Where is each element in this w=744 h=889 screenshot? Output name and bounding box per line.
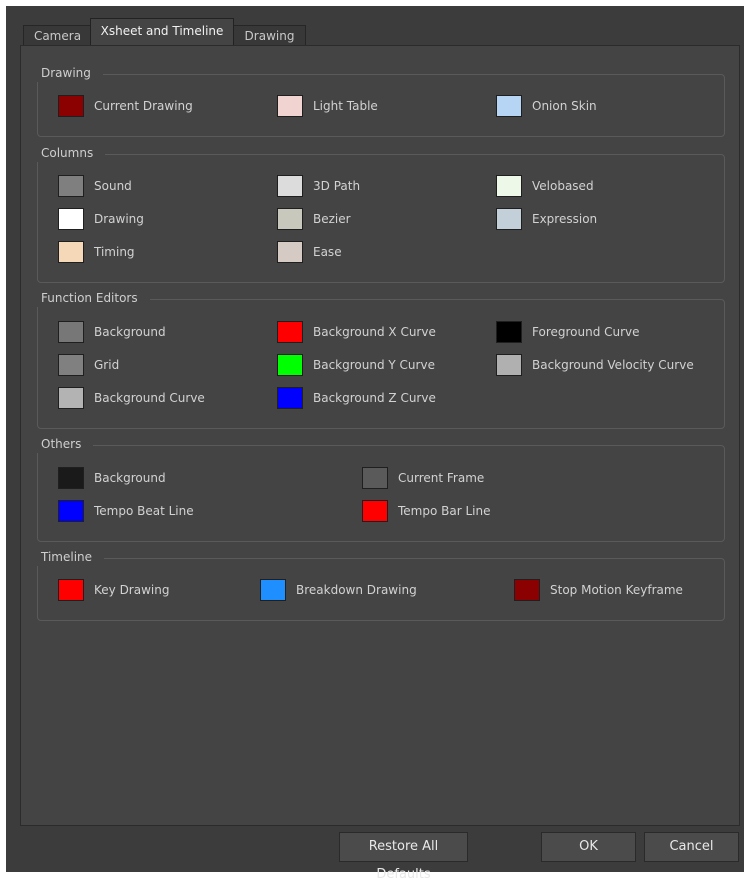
color-label: Onion Skin [532, 99, 597, 113]
color-label: Stop Motion Keyframe [550, 583, 683, 597]
color-label: Sound [94, 179, 132, 193]
color-label: Background Velocity Curve [532, 358, 694, 372]
color-item-expression[interactable]: Expression [496, 207, 597, 231]
color-swatch[interactable] [514, 579, 540, 601]
color-item-current-drawing[interactable]: Current Drawing [58, 94, 193, 118]
color-label: Bezier [313, 212, 351, 226]
group-others: Others Background Current Frame Tempo Be… [37, 435, 725, 542]
group-columns: Columns Sound 3D Path Velobased Drawing … [37, 144, 725, 283]
group-title-drawing: Drawing [37, 64, 103, 82]
color-label: Background Y Curve [313, 358, 435, 372]
color-item-ease[interactable]: Ease [277, 240, 342, 264]
color-swatch[interactable] [277, 321, 303, 343]
color-swatch[interactable] [362, 500, 388, 522]
color-swatch[interactable] [362, 467, 388, 489]
color-label: Expression [532, 212, 598, 226]
color-swatch[interactable] [496, 208, 522, 230]
color-swatch[interactable] [277, 175, 303, 197]
color-item-current-frame[interactable]: Current Frame [362, 466, 484, 490]
color-swatch[interactable] [277, 241, 303, 263]
color-label: Timing [94, 245, 135, 259]
group-title-function-editors: Function Editors [37, 289, 150, 307]
color-item-3d-path[interactable]: 3D Path [277, 174, 360, 198]
color-swatch[interactable] [58, 387, 84, 409]
color-label: Foreground Curve [532, 325, 640, 339]
color-label: 3D Path [313, 179, 361, 193]
color-item-others-background[interactable]: Background [58, 466, 166, 490]
color-swatch[interactable] [58, 321, 84, 343]
color-item-background[interactable]: Background [58, 320, 166, 344]
color-swatch[interactable] [58, 175, 84, 197]
color-item-stop-motion-keyframe[interactable]: Stop Motion Keyframe [514, 578, 683, 602]
color-swatch[interactable] [277, 387, 303, 409]
color-swatch[interactable] [277, 95, 303, 117]
color-item-grid[interactable]: Grid [58, 353, 119, 377]
color-item-drawing[interactable]: Drawing [58, 207, 144, 231]
color-label: Background [94, 325, 166, 339]
tab-drawing[interactable]: Drawing [233, 25, 306, 46]
restore-all-defaults-button[interactable]: Restore All Defaults [339, 832, 468, 882]
tab-xsheet-and-timeline[interactable]: Xsheet and Timeline [90, 18, 234, 47]
color-swatch[interactable] [58, 500, 84, 522]
color-label: Current Frame [398, 471, 485, 485]
color-item-background-velocity-curve[interactable]: Background Velocity Curve [496, 353, 694, 377]
color-item-foreground-curve[interactable]: Foreground Curve [496, 320, 640, 344]
color-label: Current Drawing [94, 99, 193, 113]
color-swatch[interactable] [58, 579, 84, 601]
color-label: Breakdown Drawing [296, 583, 417, 597]
color-item-timing[interactable]: Timing [58, 240, 135, 264]
color-item-tempo-beat-line[interactable]: Tempo Beat Line [58, 499, 194, 523]
ok-button[interactable]: OK [541, 832, 636, 862]
color-item-light-table[interactable]: Light Table [277, 94, 378, 118]
color-label: Background [94, 471, 166, 485]
color-swatch[interactable] [277, 354, 303, 376]
group-title-columns: Columns [37, 144, 106, 162]
color-swatch[interactable] [58, 467, 84, 489]
color-swatch[interactable] [58, 95, 84, 117]
color-label: Light Table [313, 99, 378, 113]
color-label: Background X Curve [313, 325, 436, 339]
color-swatch[interactable] [58, 354, 84, 376]
color-swatch[interactable] [496, 175, 522, 197]
group-drawing: Drawing Current Drawing Light Table Onio… [37, 64, 725, 137]
color-item-tempo-bar-line[interactable]: Tempo Bar Line [362, 499, 490, 523]
cancel-button[interactable]: Cancel [644, 832, 739, 862]
color-item-key-drawing[interactable]: Key Drawing [58, 578, 169, 602]
color-label: Drawing [94, 212, 144, 226]
color-swatch[interactable] [496, 321, 522, 343]
color-label: Tempo Beat Line [94, 504, 194, 518]
color-label: Ease [313, 245, 342, 259]
tab-panel: Drawing Current Drawing Light Table Onio… [20, 45, 740, 826]
color-label: Grid [94, 358, 120, 372]
color-swatch[interactable] [58, 208, 84, 230]
tab-camera[interactable]: Camera [23, 25, 92, 46]
color-label: Tempo Bar Line [398, 504, 491, 518]
color-item-background-x-curve[interactable]: Background X Curve [277, 320, 436, 344]
color-item-background-z-curve[interactable]: Background Z Curve [277, 386, 436, 410]
color-label: Background Z Curve [313, 391, 436, 405]
color-label: Background Curve [94, 391, 205, 405]
group-title-timeline: Timeline [37, 548, 105, 566]
color-swatch[interactable] [277, 208, 303, 230]
group-timeline: Timeline Key Drawing Breakdown Drawing S… [37, 548, 725, 621]
color-item-breakdown-drawing[interactable]: Breakdown Drawing [260, 578, 417, 602]
color-item-onion-skin[interactable]: Onion Skin [496, 94, 597, 118]
color-swatch[interactable] [58, 241, 84, 263]
color-swatch[interactable] [496, 354, 522, 376]
color-item-bezier[interactable]: Bezier [277, 207, 351, 231]
color-item-velobased[interactable]: Velobased [496, 174, 594, 198]
group-function-editors: Function Editors Background Background X… [37, 289, 725, 429]
color-swatch[interactable] [496, 95, 522, 117]
color-item-background-y-curve[interactable]: Background Y Curve [277, 353, 435, 377]
color-item-background-curve[interactable]: Background Curve [58, 386, 205, 410]
color-swatch[interactable] [260, 579, 286, 601]
group-title-others: Others [37, 435, 94, 453]
color-item-sound[interactable]: Sound [58, 174, 132, 198]
color-label: Velobased [532, 179, 594, 193]
color-label: Key Drawing [94, 583, 170, 597]
